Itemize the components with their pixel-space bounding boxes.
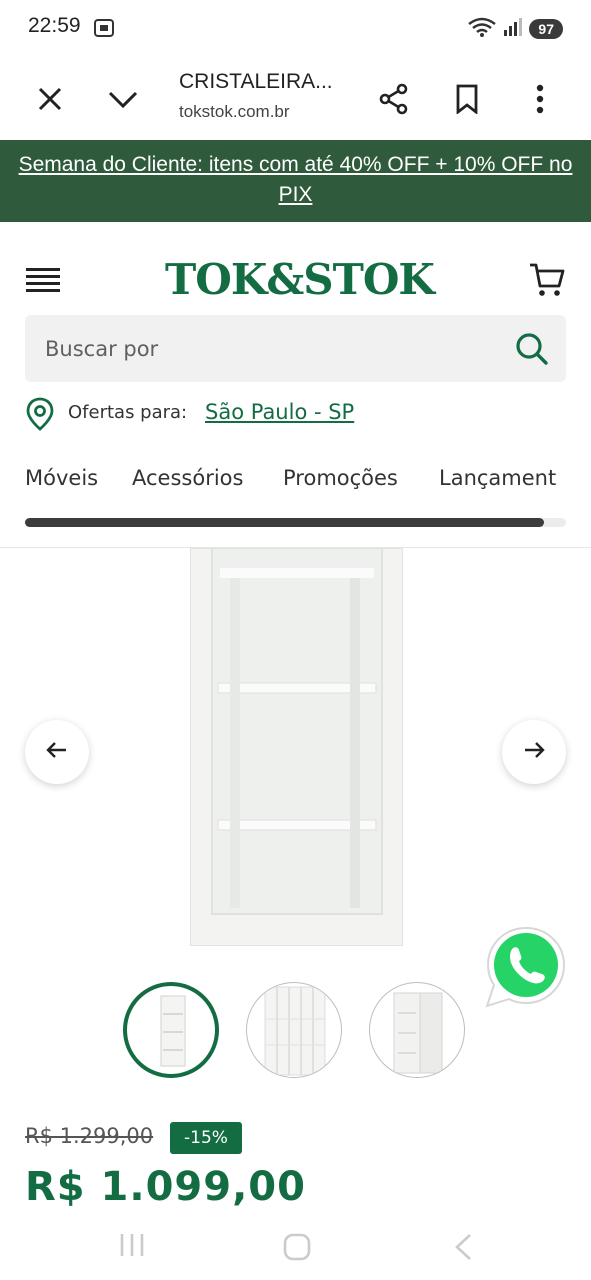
back-icon[interactable] (452, 1232, 474, 1266)
battery-icon: 97 (529, 19, 563, 39)
browser-toolbar: CRISTALEIRA... tokstok.com.br (0, 58, 591, 140)
location-pin-icon (26, 397, 54, 435)
more-vert-icon[interactable] (517, 76, 563, 122)
product-image[interactable] (189, 547, 404, 947)
chevron-down-icon[interactable] (100, 76, 146, 122)
cart-icon[interactable] (528, 262, 566, 302)
location-city-link[interactable]: São Paulo - SP (205, 400, 354, 424)
close-icon[interactable] (27, 76, 73, 122)
page-title[interactable]: CRISTALEIRA... (179, 70, 333, 94)
category-promocoes[interactable]: Promoções (283, 466, 398, 490)
whatsapp-icon[interactable] (483, 924, 569, 1014)
menu-icon[interactable] (26, 268, 60, 296)
search-icon[interactable] (514, 331, 550, 367)
system-nav-bar (0, 1222, 591, 1280)
wifi-icon (467, 16, 497, 42)
promo-banner[interactable]: Semana do Cliente: itens com até 40% OFF… (0, 140, 591, 222)
next-image-button[interactable] (502, 720, 566, 784)
thumbnail-2[interactable] (246, 982, 342, 1078)
location-label: Ofertas para: (68, 402, 188, 423)
arrow-right-icon (523, 741, 545, 763)
search-input[interactable] (45, 315, 505, 382)
discount-badge: -15% (170, 1122, 242, 1154)
home-icon[interactable] (282, 1232, 312, 1266)
prev-image-button[interactable] (25, 720, 89, 784)
category-moveis[interactable]: Móveis (25, 466, 98, 490)
arrow-left-icon (46, 741, 68, 763)
search-bar (25, 315, 566, 382)
logo[interactable]: TOK&STOK (165, 252, 435, 308)
category-acessorios[interactable]: Acessórios (132, 466, 243, 490)
category-lancamentos[interactable]: Lançament (439, 466, 556, 490)
old-price: R$ 1.299,00 (25, 1124, 154, 1148)
page-domain[interactable]: tokstok.com.br (179, 102, 290, 122)
thumbnail-1[interactable] (123, 982, 219, 1078)
thumbnail-3[interactable] (369, 982, 465, 1078)
category-scrollbar-thumb[interactable] (25, 518, 545, 527)
screenshot-icon (93, 18, 115, 42)
recent-apps-icon[interactable] (118, 1232, 146, 1262)
status-bar: 22:59 97 (0, 0, 591, 58)
current-price: R$ 1.099,00 (25, 1164, 306, 1210)
bookmark-icon[interactable] (444, 76, 490, 122)
share-icon[interactable] (371, 76, 417, 122)
category-scrollbar[interactable] (25, 518, 566, 527)
signal-icon (503, 17, 523, 41)
category-nav: Móveis Acessórios Promoções Lançament (0, 466, 591, 500)
status-time: 22:59 (28, 14, 81, 37)
